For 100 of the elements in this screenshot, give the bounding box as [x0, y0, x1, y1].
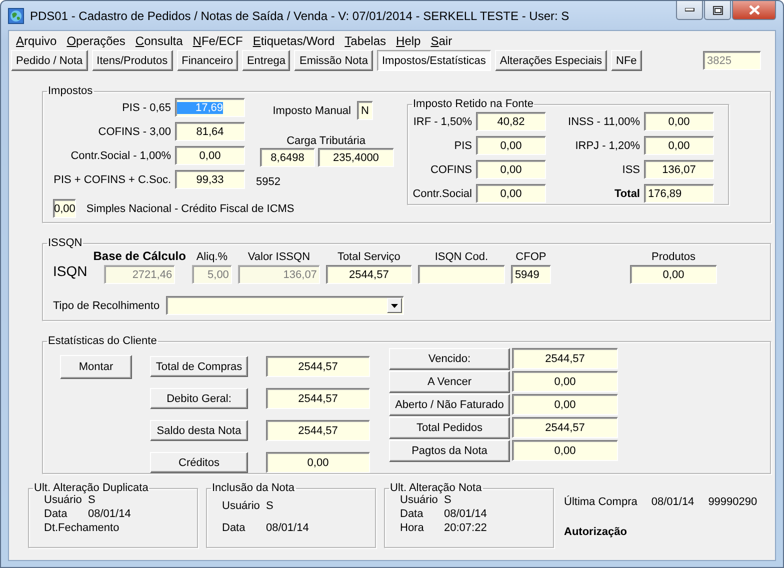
- column-heading: Base de Cálculo: [93, 249, 186, 263]
- close-icon: [748, 5, 760, 15]
- field-label: Imposto Manual: [272, 104, 351, 116]
- stat-button[interactable]: A Vencer: [389, 371, 510, 393]
- tab[interactable]: Itens/Produtos: [92, 50, 173, 71]
- group-title: ISSQN: [47, 237, 84, 249]
- stat-button[interactable]: Saldo desta Nota: [150, 420, 248, 441]
- value-field[interactable]: 0,00: [512, 371, 618, 392]
- field-label: Total: [614, 188, 640, 200]
- column-heading: Total Serviço: [337, 251, 400, 263]
- stat-button[interactable]: Pagtos da Nota: [389, 440, 510, 462]
- value-field[interactable]: 99,33: [175, 170, 245, 189]
- column-heading: Valor ISSQN: [248, 251, 310, 263]
- value-field[interactable]: 2544,57: [512, 417, 618, 438]
- value-field[interactable]: 136,07: [644, 160, 714, 179]
- field-label: Última Compra: [564, 496, 638, 508]
- dropdown-field[interactable]: [166, 296, 404, 315]
- field-label: PIS - 0,65: [121, 102, 171, 114]
- menu-item[interactable]: NFe/ECF: [188, 34, 248, 48]
- field-label: Usuário: [44, 494, 83, 506]
- value-field[interactable]: 0,00: [266, 452, 370, 473]
- field-value: S: [88, 494, 96, 506]
- value-field[interactable]: 0,00: [476, 160, 546, 179]
- maximize-button[interactable]: [704, 1, 731, 20]
- value-field[interactable]: 5949: [510, 265, 551, 284]
- group-title: Estatísticas do Cliente: [47, 335, 158, 347]
- window-title: PDS01 - Cadastro de Pedidos / Notas de Saída / Venda - V: 07/01/2014 - SERKELL TESTE - User: S: [30, 8, 570, 22]
- tab[interactable]: Financeiro: [176, 50, 238, 71]
- tab[interactable]: Alterações Especiais: [494, 50, 608, 71]
- minimize-button[interactable]: [676, 1, 703, 20]
- tab[interactable]: NFe: [611, 50, 642, 71]
- field-label: INSS - 11,00%: [567, 116, 640, 128]
- field-value: 08/01/14: [266, 522, 310, 534]
- field-label: Tipo de Recolhimento: [53, 300, 160, 312]
- caret-icon: [390, 304, 398, 308]
- value-field[interactable]: 235,4000: [318, 148, 394, 167]
- value-field[interactable]: 176,89: [644, 184, 714, 203]
- menu-item[interactable]: Consulta: [130, 34, 188, 48]
- column-heading: Aliq.%: [196, 251, 228, 263]
- order-number-field[interactable]: 3825: [703, 51, 761, 70]
- menu-item[interactable]: Help: [391, 34, 426, 48]
- value-field[interactable]: 8,6498: [260, 148, 315, 167]
- field-label: IRPJ - 1,20%: [574, 140, 640, 152]
- value-field[interactable]: 40,82: [476, 112, 546, 131]
- field-label: Data: [400, 508, 424, 520]
- tab[interactable]: Pedido / Nota: [11, 50, 88, 71]
- field-value: 20:07:22: [444, 522, 488, 534]
- field-label: Carga Tributária: [286, 135, 366, 147]
- value-field[interactable]: 0,00: [175, 146, 245, 165]
- value-field[interactable]: [418, 265, 505, 284]
- tab[interactable]: Emissão Nota: [294, 50, 373, 71]
- value-field[interactable]: 2544,57: [266, 356, 370, 377]
- field-label: Data: [222, 522, 246, 534]
- value-field[interactable]: 0,00: [630, 265, 717, 284]
- menu-item[interactable]: Sair: [426, 34, 458, 48]
- tab[interactable]: Impostos/Estatísticas: [376, 50, 491, 71]
- field-value: S: [444, 494, 452, 506]
- menu-item[interactable]: Tabelas: [340, 34, 392, 48]
- value-field[interactable]: 0,00: [476, 136, 546, 155]
- field-label: Hora: [400, 522, 425, 534]
- menu-item[interactable]: Etiquetas/Word: [248, 34, 340, 48]
- close-button[interactable]: [732, 1, 776, 20]
- value-field[interactable]: 2544,57: [512, 348, 618, 369]
- field-label: COFINS: [429, 164, 472, 176]
- stat-button[interactable]: Total de Compras: [150, 356, 248, 377]
- stat-button[interactable]: Debito Geral:: [150, 388, 248, 409]
- stat-button[interactable]: Créditos: [150, 452, 248, 473]
- group-title: Impostos: [47, 85, 94, 97]
- value-field[interactable]: 81,64: [175, 122, 245, 141]
- menu-item[interactable]: Arquivo: [11, 34, 62, 48]
- value-field[interactable]: 0,00: [476, 184, 546, 203]
- field-label: Usuário: [222, 500, 261, 512]
- value-field[interactable]: N: [357, 101, 373, 120]
- field-value: S: [266, 500, 274, 512]
- value-field[interactable]: 2544,57: [266, 420, 370, 441]
- value-field[interactable]: 0,00: [512, 394, 618, 415]
- app-icon: [8, 8, 24, 24]
- field-value: 08/01/14: [444, 508, 488, 520]
- value-field[interactable]: 0,00: [644, 136, 714, 155]
- column-heading: Produtos: [651, 251, 696, 263]
- column-heading: ISQN Cod.: [434, 251, 488, 263]
- number-text: 99990290: [708, 496, 758, 508]
- value-field[interactable]: 0,00: [53, 199, 76, 218]
- montar-button[interactable]: Montar: [60, 355, 132, 379]
- authorization-label: Autorização: [564, 526, 628, 538]
- field-label: COFINS - 3,00: [97, 126, 171, 138]
- field-label: IRF - 1,50%: [412, 116, 472, 128]
- field-label: Data: [44, 508, 68, 520]
- value-field[interactable]: 0,00: [512, 440, 618, 461]
- menu-item[interactable]: Operações: [62, 34, 130, 48]
- code-text: 5952: [256, 176, 282, 188]
- value-field[interactable]: 0,00: [644, 112, 714, 131]
- value-field[interactable]: 2544,57: [266, 388, 370, 409]
- tab[interactable]: Entrega: [242, 50, 290, 71]
- field-label: Contr.Social: [412, 188, 472, 200]
- field-value: 08/01/14: [88, 508, 132, 520]
- stat-button[interactable]: Aberto / Não Faturado: [389, 394, 510, 416]
- stat-button[interactable]: Total Pedidos: [389, 417, 510, 439]
- value-field[interactable]: 2544,57: [326, 265, 412, 284]
- stat-button[interactable]: Vencido:: [389, 348, 510, 370]
